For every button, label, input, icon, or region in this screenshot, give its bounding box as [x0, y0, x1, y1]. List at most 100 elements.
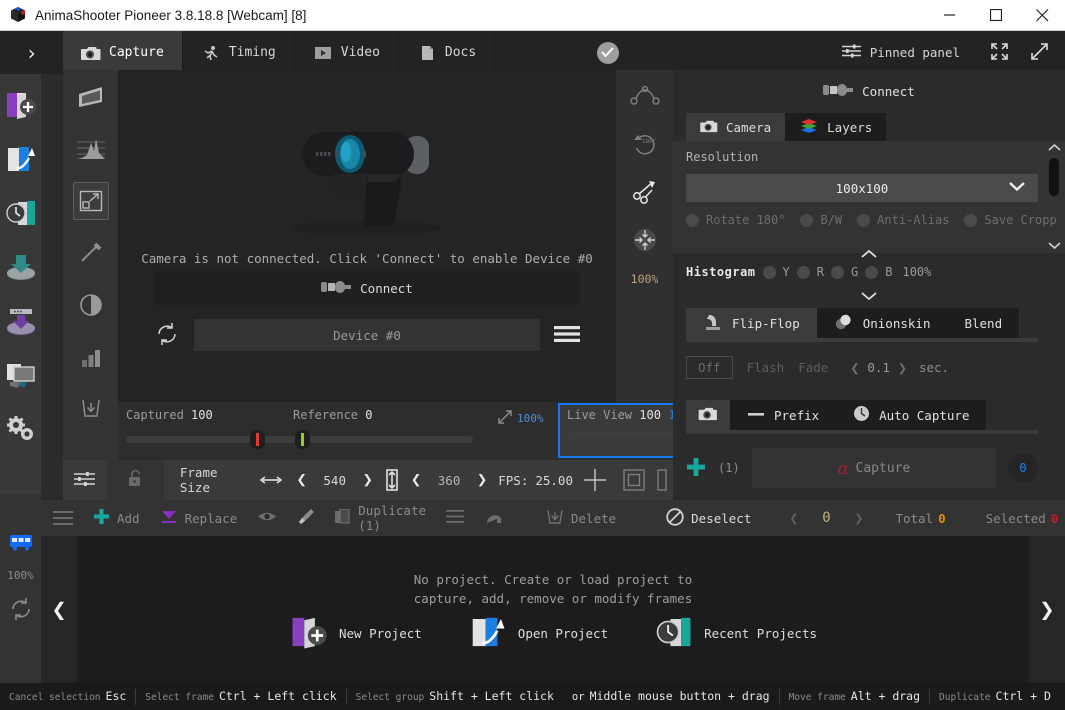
radio-histogram-y[interactable] — [762, 265, 776, 279]
tab-layers[interactable]: Layers — [785, 113, 887, 141]
tab-capture-camera[interactable] — [686, 400, 730, 430]
frame-width-value[interactable]: 540 — [314, 460, 356, 500]
project-next-button[interactable]: ❯ — [1029, 536, 1065, 683]
eye-button[interactable] — [247, 500, 287, 536]
recent-projects-button[interactable]: Recent Projects — [654, 614, 817, 653]
export-icon[interactable] — [2, 300, 39, 342]
settings-gears-icon[interactable] — [2, 408, 39, 450]
deselect-button[interactable]: Deselect — [656, 500, 761, 536]
open-project-button[interactable]: Open Project — [468, 614, 608, 653]
frames-menu-button[interactable] — [41, 500, 83, 536]
levels-icon[interactable] — [73, 338, 109, 376]
scissors-icon[interactable] — [628, 176, 662, 208]
scrollbar-thumb[interactable] — [1049, 158, 1059, 196]
expand-sidebar-button[interactable]: › — [0, 31, 63, 74]
framebar-settings-button[interactable] — [63, 460, 107, 500]
bus-icon[interactable] — [9, 534, 33, 555]
screens-icon[interactable] — [2, 354, 39, 396]
radio-anti-alias[interactable] — [857, 213, 871, 227]
add-frame-button[interactable]: Add — [83, 500, 150, 536]
radio-histogram-r[interactable] — [796, 265, 810, 279]
mode-flash-button[interactable]: Flash — [733, 360, 799, 375]
captured-slider[interactable]: Captured 100 — [126, 408, 296, 456]
broom-button[interactable] — [287, 500, 325, 536]
interval-decrease-button[interactable]: ❮ — [842, 359, 867, 377]
contrast-icon[interactable] — [73, 286, 109, 324]
refresh-icon[interactable] — [8, 596, 34, 625]
device-selector[interactable]: Device #0 — [194, 319, 540, 351]
open-project-icon[interactable] — [2, 138, 39, 180]
eyedropper-icon[interactable] — [73, 234, 109, 272]
tab-video[interactable]: Video — [294, 31, 399, 74]
duplicate-button[interactable]: Duplicate (1) — [325, 500, 436, 536]
right-connect-button[interactable]: Connect — [673, 78, 1065, 104]
close-icon[interactable] — [1019, 0, 1065, 31]
resize-window-button[interactable] — [1019, 31, 1059, 74]
radio-histogram-b[interactable] — [865, 265, 879, 279]
rotate-180-icon[interactable]: 180° — [628, 128, 662, 160]
hamburger-icon[interactable] — [554, 325, 580, 346]
radio-save-cropped[interactable] — [964, 213, 978, 227]
curve-icon[interactable] — [628, 80, 662, 112]
lock-button[interactable] — [106, 460, 164, 500]
radio-rotate-180[interactable] — [686, 213, 699, 227]
tab-timing[interactable]: Timing — [182, 31, 295, 74]
delete-button[interactable]: Delete — [536, 500, 626, 536]
drop-icon[interactable] — [73, 390, 109, 428]
minimize-icon[interactable] — [927, 0, 973, 31]
plus-icon[interactable] — [686, 457, 706, 480]
tab-blend[interactable]: Blend — [947, 308, 1020, 338]
collapse-section-button[interactable] — [673, 248, 1065, 263]
refresh-devices-icon[interactable] — [154, 321, 180, 350]
undo-button[interactable] — [474, 500, 514, 536]
capture-button[interactable]: α Capture — [751, 448, 996, 488]
tab-prefix[interactable]: Prefix — [730, 400, 837, 430]
replace-frame-button[interactable]: Replace — [150, 500, 248, 536]
radio-bw[interactable] — [800, 213, 814, 227]
tab-auto-capture[interactable]: Auto Capture — [836, 400, 987, 430]
right-panel-scrollbar[interactable] — [1047, 141, 1061, 253]
width-decrease-button[interactable]: ❮ — [290, 470, 314, 490]
next-frame-button[interactable]: ❯ — [844, 500, 873, 536]
crop-resize-icon[interactable] — [72, 182, 109, 220]
histogram-icon[interactable] — [73, 130, 109, 168]
maximize-icon[interactable] — [973, 0, 1019, 31]
list-button[interactable] — [436, 500, 474, 536]
reference-zoom[interactable]: 100% — [498, 410, 544, 427]
crosshair-icon[interactable] — [573, 460, 617, 500]
recent-projects-icon[interactable] — [2, 192, 39, 234]
fit-icon[interactable] — [628, 224, 662, 256]
import-icon[interactable] — [2, 246, 39, 288]
tab-capture[interactable]: Capture — [63, 31, 183, 74]
mode-fade-button[interactable]: Fade — [798, 360, 842, 375]
connect-button[interactable]: Connect — [154, 271, 580, 305]
frame-height-value[interactable]: 360 — [428, 460, 470, 500]
height-increase-button[interactable]: ❯ — [470, 470, 494, 490]
resolution-select[interactable]: 100x100 — [686, 174, 1038, 202]
tab-onionskin[interactable]: Onionskin — [816, 308, 948, 338]
tab-flip-flop[interactable]: Flip-Flop — [686, 308, 817, 338]
add-count-label: (1) — [718, 461, 740, 475]
prev-frame-button[interactable]: ❮ — [779, 500, 808, 536]
perspective-icon[interactable] — [73, 78, 109, 116]
radio-histogram-g[interactable] — [831, 265, 844, 279]
confirm-button[interactable] — [585, 31, 630, 74]
height-decrease-button[interactable]: ❮ — [404, 470, 428, 490]
new-project-icon[interactable] — [2, 84, 39, 126]
tab-camera[interactable]: Camera — [686, 113, 786, 141]
tab-docs[interactable]: Docs — [398, 31, 496, 74]
pinned-panel-button[interactable]: Pinned panel — [841, 31, 960, 74]
fullscreen-button[interactable] — [979, 31, 1019, 74]
chevron-up-icon[interactable] — [1047, 141, 1061, 155]
project-prev-button[interactable]: ❮ — [41, 536, 77, 683]
reference-slider[interactable]: Reference 0 — [293, 408, 473, 456]
fps-value[interactable]: 25.00 — [528, 460, 573, 500]
new-project-button[interactable]: New Project — [289, 614, 422, 653]
frame-bounds-icon[interactable] — [617, 460, 651, 500]
open-project-icon — [468, 614, 508, 653]
interval-increase-button[interactable]: ❯ — [890, 359, 915, 377]
vertical-bar-icon[interactable] — [651, 460, 673, 500]
mode-off-button[interactable]: Off — [686, 356, 733, 379]
width-increase-button[interactable]: ❯ — [356, 470, 380, 490]
expand-section-button[interactable] — [673, 290, 1065, 305]
